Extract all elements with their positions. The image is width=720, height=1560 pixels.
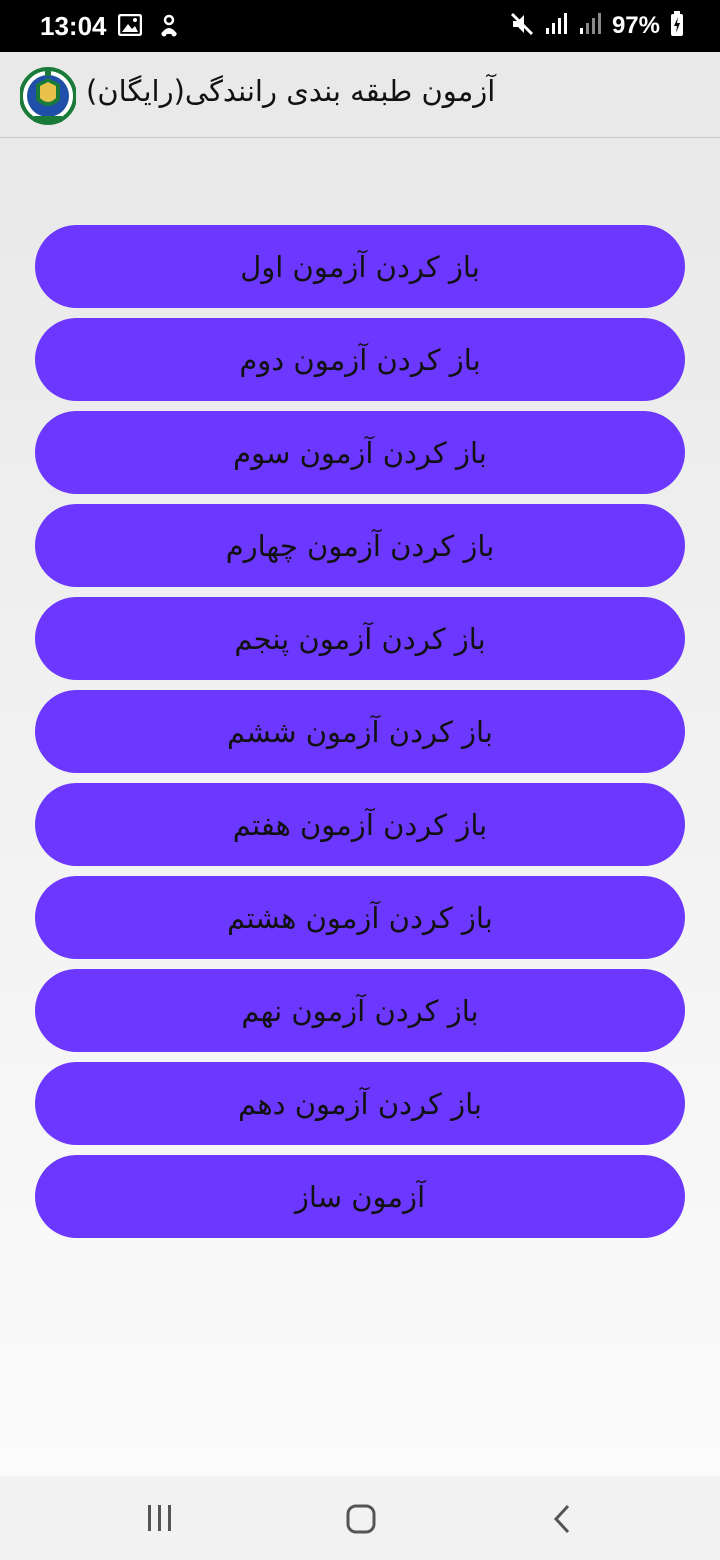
mute-icon [510, 12, 534, 40]
signal-icon [544, 12, 568, 40]
navigation-bar [0, 1476, 720, 1560]
police-logo-icon [19, 66, 77, 126]
page-title: آزمون طبقه بندی رانندگی(رایگان) [86, 74, 496, 108]
open-exam-6-button[interactable]: باز کردن آزمون ششم [35, 690, 685, 773]
home-icon[interactable] [346, 1504, 376, 1538]
exam-button-list: باز کردن آزمون اول باز کردن آزمون دوم با… [35, 225, 685, 1238]
app-bar: آزمون طبقه بندی رانندگی(رایگان) [0, 52, 720, 138]
notification-icon [158, 14, 180, 42]
open-exam-7-button[interactable]: باز کردن آزمون هفتم [35, 783, 685, 866]
open-exam-4-button[interactable]: باز کردن آزمون چهارم [35, 504, 685, 587]
open-exam-3-button[interactable]: باز کردن آزمون سوم [35, 411, 685, 494]
open-exam-1-button[interactable]: باز کردن آزمون اول [35, 225, 685, 308]
open-exam-8-button[interactable]: باز کردن آزمون هشتم [35, 876, 685, 959]
signal-icon [578, 12, 602, 40]
open-exam-5-button[interactable]: باز کردن آزمون پنجم [35, 597, 685, 680]
open-exam-9-button[interactable]: باز کردن آزمون نهم [35, 969, 685, 1052]
open-exam-10-button[interactable]: باز کردن آزمون دهم [35, 1062, 685, 1145]
recent-apps-icon[interactable] [145, 1504, 175, 1536]
exam-builder-button[interactable]: آزمون ساز [35, 1155, 685, 1238]
battery-icon [670, 11, 684, 41]
image-icon [117, 13, 143, 42]
back-icon[interactable] [550, 1504, 574, 1538]
open-exam-2-button[interactable]: باز کردن آزمون دوم [35, 318, 685, 401]
battery-percent: 97% [611, 12, 660, 39]
status-bar: 13:04 97% [0, 0, 720, 52]
main-content: باز کردن آزمون اول باز کردن آزمون دوم با… [0, 138, 720, 1476]
status-time: 13:04 [40, 11, 107, 41]
